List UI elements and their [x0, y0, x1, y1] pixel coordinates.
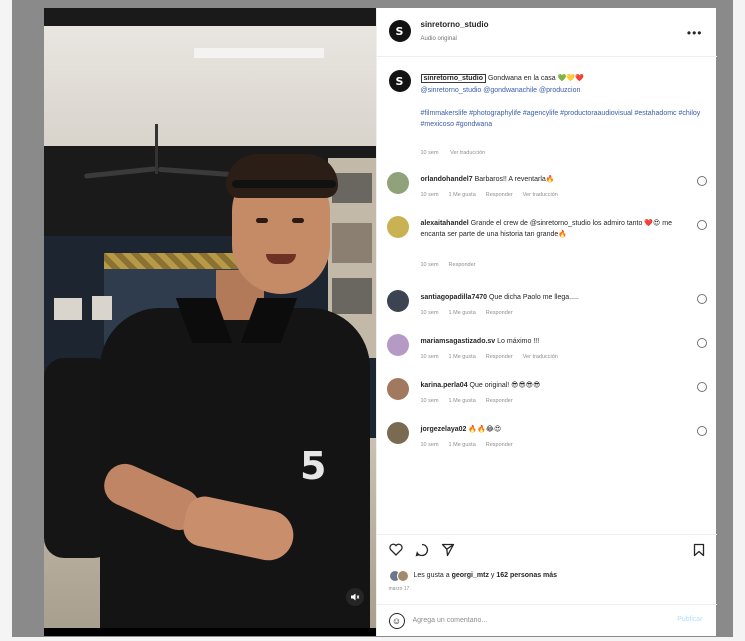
caption-hashtags[interactable]: #filmmakerslife #photographylife #agency… [421, 108, 701, 130]
post-video[interactable]: 5 [44, 8, 376, 628]
person-hair [226, 154, 338, 198]
publish-button[interactable]: Publicar [677, 616, 702, 623]
comment-username[interactable]: orlandohandel7 [421, 176, 473, 183]
comment-avatar[interactable] [386, 378, 409, 400]
comment-username[interactable]: jorgezelaya02 [421, 426, 467, 433]
comment-meta: 10 sem 1 Me gusta Responder Ver traducción [420, 192, 558, 198]
comment-likes[interactable]: 1 Me gusta [449, 398, 476, 404]
heart-icon[interactable] [696, 338, 707, 348]
comment-text: jorgezelaya02 🔥🔥😂😍 [420, 426, 502, 433]
heart-icon[interactable] [696, 382, 707, 392]
see-translation-link[interactable]: Ver traducción [523, 192, 558, 198]
likes-count-link[interactable]: 162 personas más [496, 572, 557, 579]
comment-meta: 10 sem 1 Me gusta Responder [420, 398, 513, 404]
window-border-bottom [0, 637, 745, 641]
comment-username[interactable]: alexaitahandel [421, 220, 469, 227]
comment-meta: 10 sem Responder [420, 262, 476, 268]
comment-meta: 10 sem 1 Me gusta Responder Ver traducción [420, 354, 558, 360]
emoji-icon[interactable]: ☺ [388, 613, 405, 629]
audio-toggle-button[interactable] [346, 588, 364, 606]
reply-button[interactable]: Responder [449, 262, 476, 268]
post-modal: 5 S sinretorno_studio Audio original •••… [44, 8, 717, 637]
ceiling [44, 26, 376, 146]
caption-time: 10 sem [420, 150, 439, 156]
heart-icon[interactable] [388, 543, 403, 556]
comment-likes[interactable]: 1 Me gusta [449, 442, 476, 448]
comment-input[interactable] [412, 613, 653, 627]
more-icon[interactable]: ••• [687, 26, 703, 40]
comment-avatar[interactable] [386, 216, 409, 238]
reply-button[interactable]: Responder [486, 354, 513, 360]
reply-button[interactable]: Responder [486, 192, 513, 198]
comment-text: alexaitahandel Grande el crew de @sinret… [420, 220, 673, 238]
window-border-left [0, 0, 12, 641]
person-eye [256, 218, 268, 223]
shirt-logo: 5 [300, 444, 327, 488]
caption-meta: 10 sem Ver traducción [421, 150, 496, 156]
comment-text: orlandohandel7 Barbaros!! A reventarla🔥 [420, 176, 555, 183]
reply-button[interactable]: Responder [486, 310, 513, 316]
comment-likes[interactable]: 1 Me gusta [449, 192, 476, 198]
shelf-box [331, 223, 372, 263]
comment-text: karina.perla04 Que original! 😎😎😎😎 [420, 382, 541, 389]
post-side-panel: S sinretorno_studio Audio original ••• S… [375, 8, 717, 637]
reply-button[interactable]: Responder [486, 442, 513, 448]
caption-text: sinretorno_studio Gondwana en la casa 💚💛… [420, 73, 701, 97]
post-header: S sinretorno_studio Audio original ••• [376, 8, 717, 57]
liker-avatars [388, 570, 409, 582]
person-eye [292, 218, 304, 223]
author-username[interactable]: sinretorno_studio [421, 20, 489, 29]
likes-summary: Les gusta a georgi_mtz y 162 personas má… [388, 570, 557, 582]
bookmark-icon[interactable] [693, 543, 705, 557]
comment-username[interactable]: mariamsagastizado.sv [421, 338, 496, 345]
see-translation-link[interactable]: Ver traducción [523, 354, 558, 360]
caption-avatar[interactable]: S [388, 70, 411, 92]
comment-likes[interactable]: 1 Me gusta [449, 310, 476, 316]
video-frame: 5 [44, 8, 376, 628]
ceiling-fan [155, 124, 158, 174]
share-icon[interactable] [441, 543, 455, 557]
wall-poster [92, 296, 112, 320]
caption-username[interactable]: sinretorno_studio [420, 74, 487, 83]
comment-username[interactable]: karina.perla04 [421, 382, 468, 389]
comment-avatar[interactable] [386, 334, 409, 356]
comment-meta: 10 sem 1 Me gusta Responder [420, 310, 513, 316]
see-translation-link[interactable]: Ver traducción [450, 150, 485, 156]
add-comment-bar: ☺ Publicar [376, 604, 717, 637]
comment-text: mariamsagastizado.sv Lo máximo !!! [420, 338, 540, 345]
headband [232, 180, 336, 188]
audio-icon [351, 593, 360, 601]
comment-avatar[interactable] [386, 422, 409, 444]
author-avatar[interactable]: S [388, 20, 411, 42]
heart-icon[interactable] [696, 294, 707, 304]
comment-avatar[interactable] [386, 290, 409, 312]
comment-meta: 10 sem 1 Me gusta Responder [420, 442, 513, 448]
shelf-box [331, 278, 372, 314]
post-date: marzo 17 [388, 586, 410, 592]
comment-text: santiagopadilla7470 Que dicha Paolo me l… [420, 294, 579, 301]
mention-link[interactable]: @sinretorno_studio [421, 87, 482, 94]
heart-icon[interactable] [696, 176, 707, 186]
post-actions [376, 534, 717, 563]
comment-avatar[interactable] [386, 172, 409, 194]
window-border-right [733, 0, 745, 641]
wall-poster [54, 298, 82, 320]
mention-link[interactable]: @gondwanachile [483, 87, 537, 94]
mention-link[interactable]: @produzcion [539, 87, 580, 94]
heart-icon[interactable] [696, 426, 707, 436]
ceiling-light [194, 48, 324, 58]
heart-icon[interactable] [696, 220, 707, 230]
comment-likes[interactable]: 1 Me gusta [449, 354, 476, 360]
comment-username[interactable]: santiagopadilla7470 [421, 294, 488, 301]
liker-username[interactable]: georgi_mtz [452, 572, 489, 579]
fan-blade [83, 166, 157, 179]
audio-label[interactable]: Audio original [421, 36, 457, 42]
comment-icon[interactable] [415, 543, 429, 557]
caption-body: Gondwana en la casa 💚💛❤️ [487, 75, 584, 82]
reply-button[interactable]: Responder [486, 398, 513, 404]
